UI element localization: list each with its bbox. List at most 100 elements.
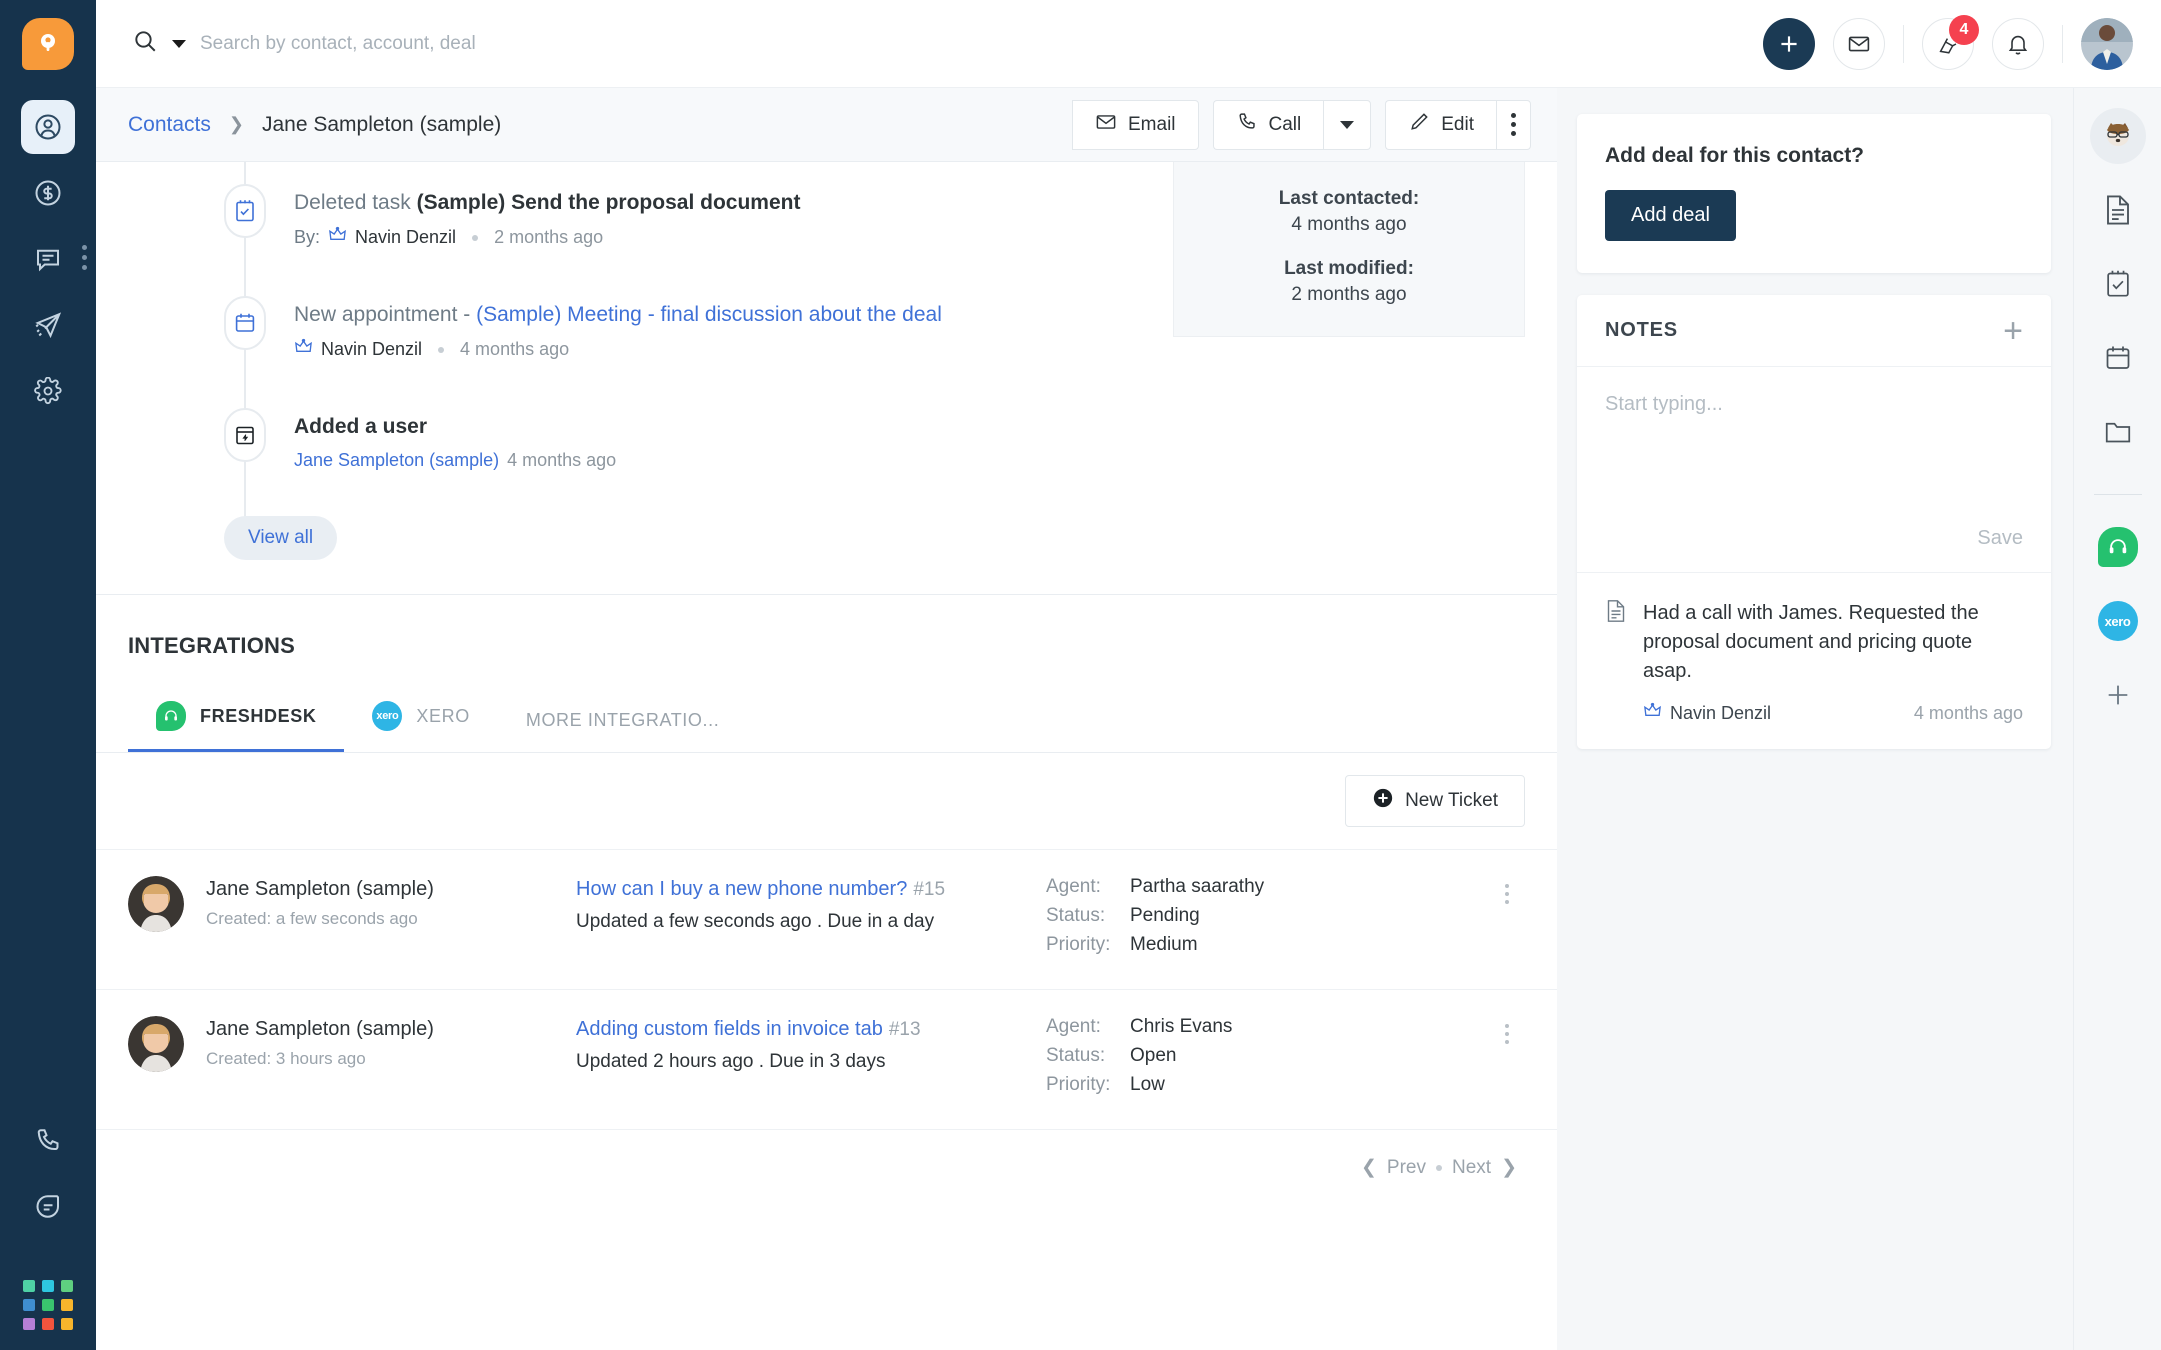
prev-chevron-left-icon[interactable]: ❮ [1361,1156,1377,1179]
sidebar-item-campaigns[interactable] [21,298,75,352]
breadcrumb-bar: Contacts ❯ Jane Sampleton (sample) Email [96,88,1557,162]
add-deal-question: Add deal for this contact? [1605,144,1865,167]
note-editor[interactable]: Start typing... [1577,367,2051,527]
add-integration-plus-icon[interactable] [2090,667,2146,723]
table-row[interactable]: Jane Sampleton (sample) Created: 3 hours… [96,989,1557,1129]
ticket-row-kebab-icon[interactable] [1505,1024,1509,1044]
timeline-entry-title: Deleted task (Sample) Send the proposal … [294,188,800,218]
prev-button[interactable]: Prev [1387,1157,1426,1179]
app-switcher-icon[interactable] [23,1280,73,1330]
tab-xero-label: XERO [416,705,470,726]
phone-icon[interactable] [21,1114,75,1168]
announcements-icon[interactable]: 4 [1922,14,1979,70]
ticket-subject-link[interactable]: Adding custom fields in invoice tab [576,1018,883,1040]
add-deal-card: Add deal for this contact? Add deal [1577,114,2051,273]
next-button[interactable]: Next [1452,1157,1491,1179]
tab-more-integrations[interactable]: MORE INTEGRATIO... [498,694,747,752]
edit-button[interactable]: Edit [1385,99,1496,150]
dog-avatar-icon[interactable] [2089,108,2146,164]
add-button[interactable] [1763,17,1815,70]
phone-icon [1236,111,1258,139]
timeline-author: Navin Denzil [355,227,457,248]
edit-button-label: Edit [1441,113,1474,135]
calendar-icon[interactable] [2090,330,2146,386]
calendar-icon [224,296,266,350]
priority-label: Priority: [1046,1074,1111,1095]
search-input[interactable] [200,32,1763,55]
timeline-action: New appointment [294,303,458,326]
speech-bubble-icon[interactable] [21,1180,75,1234]
view-all-wrapper: View all [96,516,1557,594]
status-label: Status: [1046,1045,1106,1066]
timeline-author-link[interactable]: Jane Sampleton (sample) [294,450,499,471]
ticket-row-kebab-icon[interactable] [1505,884,1509,904]
call-button-group: Call [1212,99,1372,150]
table-row[interactable]: Jane Sampleton (sample) Created: a few s… [96,849,1557,989]
document-icon[interactable] [2090,182,2146,238]
rail-divider [2093,494,2142,495]
crown-icon [294,338,313,361]
timeline-entry: New appointment - (Sample) Meeting - fin… [96,292,1557,404]
freshdesk-icon[interactable] [2090,519,2146,575]
integrations-section: INTEGRATIONS FRESHDESK xero XERO MORE IN… [96,594,1557,1205]
ticket-subject-link[interactable]: How can I buy a new phone number? [576,878,907,900]
email-icon[interactable] [1833,17,1885,70]
ticket-created: Created: a few seconds ago [206,909,418,928]
ticket-number: #15 [913,879,946,900]
search-icon[interactable] [132,28,158,59]
add-note-plus-icon[interactable]: + [2003,314,2023,348]
sidebar-expand-handle[interactable] [82,245,87,270]
left-navigation-rail [0,0,96,1350]
pagination: ❮ Prev Next ❯ [96,1129,1557,1205]
note-time: 4 months ago [1913,703,2023,723]
avatar [128,876,184,932]
search-filter-chevron-down-icon[interactable] [172,39,186,48]
xero-icon[interactable]: xero [2090,593,2146,649]
timeline-time: 4 months ago [460,339,570,360]
sidebar-item-contacts[interactable] [21,100,75,154]
timeline-subject: (Sample) Send the proposal document [416,191,801,214]
new-ticket-button[interactable]: New Ticket [1345,775,1525,827]
sidebar-item-conversations[interactable] [21,232,75,286]
pager-dot [1436,1164,1442,1171]
view-all-button[interactable]: View all [224,516,338,560]
email-button-group: Email [1072,99,1199,150]
email-button[interactable]: Email [1072,99,1199,150]
timeline-subject-link[interactable]: (Sample) Meeting - final discussion abou… [476,303,942,326]
breadcrumb-contacts-link[interactable]: Contacts [128,113,211,137]
avatar [128,1016,184,1072]
sidebar-item-settings[interactable] [21,364,75,418]
ticket-status: Pending [1130,905,1200,926]
freshworks-logo-icon[interactable] [22,18,74,70]
ticket-fields: Agent: Chris Evans Status: Open Priority: L… [1046,1016,1525,1103]
bell-icon[interactable] [1992,17,2044,70]
timeline-time: 2 months ago [494,227,604,248]
call-button[interactable]: Call [1212,99,1324,150]
crown-icon [1643,702,1662,725]
sidebar-item-deals[interactable] [21,166,75,220]
plus-circle-icon [1372,787,1394,815]
list-item: Had a call with James. Requested the pro… [1577,572,2051,749]
sidebar-bottom-group [21,1114,75,1350]
next-chevron-right-icon[interactable]: ❯ [1501,1156,1517,1179]
add-deal-button[interactable]: Add deal [1605,190,1736,241]
ticket-agent: Chris Evans [1130,1016,1233,1037]
call-dropdown-chevron-down-icon[interactable] [1323,99,1372,150]
tab-freshdesk[interactable]: FRESHDESK [128,685,345,752]
task-checklist-icon[interactable] [2090,256,2146,312]
tab-freshdesk-label: FRESHDESK [200,705,317,726]
note-save-button[interactable]: Save [1577,527,2051,572]
folder-icon[interactable] [2090,404,2146,460]
notes-title: NOTES [1605,319,1678,341]
ticket-agent: Partha saarathy [1130,876,1265,897]
integrations-title: INTEGRATIONS [128,633,295,658]
main-column: 4 [96,0,2161,1350]
agent-label: Agent: [1046,876,1101,897]
ticket-toolbar: New Ticket [96,753,1557,849]
more-options-kebab-icon[interactable] [1496,99,1531,150]
tab-xero[interactable]: xero XERO [344,685,497,752]
center-scroll-body: Last contacted: 4 months ago Last modifi… [96,162,1557,1350]
ticket-priority: Low [1130,1074,1165,1095]
activity-timeline: Deleted task (Sample) Send the proposal … [96,162,1557,594]
user-avatar[interactable] [2081,17,2133,70]
